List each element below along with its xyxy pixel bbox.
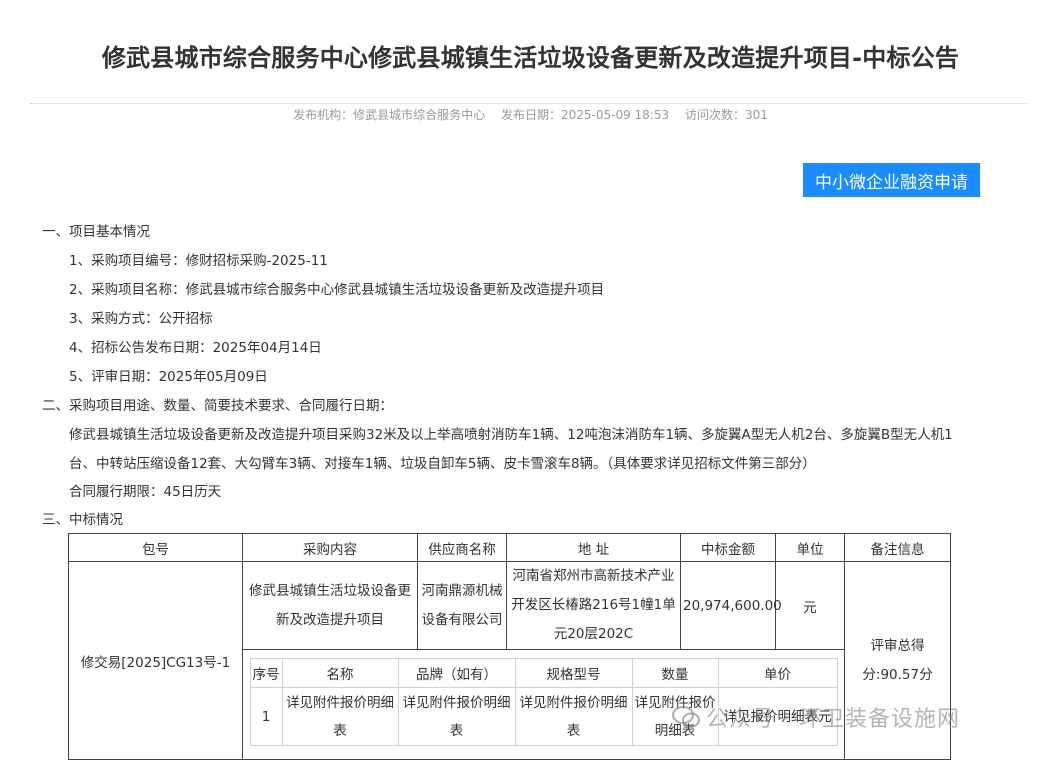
header-amount: 中标金额 [680,533,776,562]
contract-period: 合同履行期限：45日历天 [69,484,222,500]
cell-content: 修武县城镇生活垃圾设备更新及改造提升项目 [242,561,418,650]
watermark: 公众号 · 环卫装备设施网 [672,701,960,733]
sub-cell-model: 详见附件报价明细表 [514,687,633,746]
sub-cell-no: 1 [249,687,283,746]
header-remark: 备注信息 [844,533,951,562]
header-address: 地 址 [506,533,681,562]
cell-unit: 元 [775,561,845,650]
section-1-item: 2、采购项目名称：修武县城市综合服务中心修武县城镇生活垃圾设备更新及改造提升项目 [69,282,605,298]
section-3-heading: 三、中标情况 [42,512,123,528]
section-1-item: 3、采购方式：公开招标 [69,311,213,327]
meta-publisher: 发布机构：修武县城市综合服务中心 [293,108,486,122]
meta-visits: 访问次数：301 [684,108,768,122]
section-2-heading: 二、采购项目用途、数量、简要技术要求、合同履行日期： [42,398,393,414]
sub-header-price: 单价 [717,658,838,688]
finance-apply-button[interactable]: 中小微企业融资申请 [803,163,980,197]
title-divider [30,103,1028,104]
section-1-heading: 一、项目基本情况 [42,224,150,240]
cell-amount: 20,974,600.00 [680,561,782,650]
section-2-text: 修武县城镇生活垃圾设备更新及改造提升项目采购32米及以上举高喷射消防车1辆、12… [69,427,953,443]
cell-supplier: 河南鼎源机械设备有限公司 [417,561,507,650]
header-package: 包号 [68,533,243,562]
header-supplier: 供应商名称 [417,533,507,562]
page-title: 修武县城市综合服务中心修武县城镇生活垃圾设备更新及改造提升项目-中标公告 [101,44,960,72]
cell-package: 修交易[2025]CG13号-1 [68,561,243,760]
wechat-icon [672,706,700,728]
sub-header-model: 规格型号 [514,658,633,688]
sub-cell-name: 详见附件报价明细表 [281,687,399,746]
award-table-header: 包号 采购内容 供应商名称 地 址 中标金额 单位 备注信息 [68,533,951,562]
table-row: 修交易[2025]CG13号-1 修武县城镇生活垃圾设备更新及改造提升项目 河南… [68,561,951,760]
sub-header-name: 名称 [281,658,399,688]
sub-header-no: 序号 [249,658,283,688]
cell-address: 河南省郑州市高新技术产业开发区长椿路216号1幢1单元20层202C [506,561,681,650]
header-unit: 单位 [775,533,845,562]
watermark-text: 公众号 · 环卫装备设施网 [706,707,960,732]
meta-date: 发布日期：2025-05-09 18:53 [500,108,670,122]
section-2-text: 台、中转站压缩设备12套、大勾臂车3辆、对接车1辆、垃圾自卸车5辆、皮卡雪滚车8… [69,456,816,472]
sub-header-brand: 品牌（如有） [397,658,516,688]
section-1-item: 5、评审日期：2025年05月09日 [69,369,268,385]
sub-header-qty: 数量 [631,658,719,688]
sub-cell-brand: 详见附件报价明细表 [397,687,516,746]
item-detail-header: 序号 名称 品牌（如有） 规格型号 数量 单价 [249,658,838,688]
section-1-item: 4、招标公告发布日期：2025年04月14日 [69,340,322,356]
section-1-item: 1、采购项目编号：修财招标采购-2025-11 [69,253,328,269]
meta-bar: 发布机构：修武县城市综合服务中心 发布日期：2025-05-09 18:53 访… [0,106,1061,123]
header-content: 采购内容 [242,533,418,562]
